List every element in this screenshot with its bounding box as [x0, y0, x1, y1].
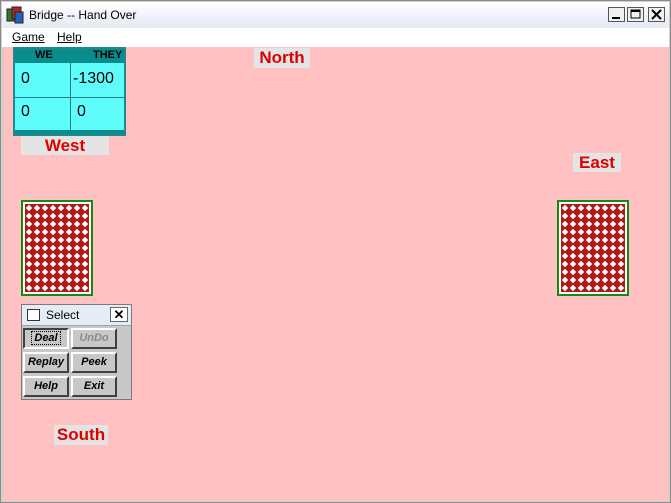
score-footer: [15, 130, 124, 134]
select-palette-titlebar[interactable]: Select ✕: [22, 305, 131, 326]
menu-game[interactable]: Game: [12, 30, 45, 44]
close-icon: ✕: [113, 307, 125, 322]
help-button-label: Help: [34, 380, 58, 392]
card-table: WE THEY 0 -1300 0 0 North West East Sout…: [4, 47, 668, 501]
card-back-pattern: [561, 204, 625, 292]
undo-button-label: UnDo: [79, 332, 109, 344]
score-cell-we-1: 0: [21, 70, 30, 87]
score-board: WE THEY 0 -1300 0 0: [13, 47, 126, 136]
deal-button-label: Deal: [31, 331, 61, 345]
menu-bar: Game Help: [2, 28, 669, 47]
menu-game-label: Game: [12, 30, 45, 44]
menu-help[interactable]: Help: [57, 30, 82, 44]
score-header-they: THEY: [93, 49, 123, 61]
palette-window-icon: [27, 309, 40, 321]
peek-button[interactable]: Peek: [71, 352, 117, 373]
window-title: Bridge -- Hand Over: [29, 8, 137, 22]
select-palette-title: Select: [46, 308, 80, 322]
seat-south: South: [54, 425, 108, 445]
score-cell-we-2: 0: [21, 103, 30, 120]
main-window: Bridge -- Hand Over Game Help WE THEY 0 …: [0, 0, 671, 503]
deal-button[interactable]: Deal: [23, 328, 69, 349]
peek-button-label: Peek: [81, 356, 107, 368]
maximize-icon: [630, 9, 641, 19]
exit-button-label: Exit: [83, 380, 105, 392]
bridge-app-icon: [6, 6, 24, 24]
score-header: WE THEY: [15, 49, 124, 63]
seat-north: North: [254, 48, 310, 68]
palette-close-button[interactable]: ✕: [110, 307, 128, 322]
exit-button[interactable]: Exit: [71, 376, 117, 397]
help-button[interactable]: Help: [23, 376, 69, 397]
maximize-button[interactable]: [627, 7, 644, 22]
seat-east: East: [573, 153, 621, 172]
seat-west: West: [21, 136, 109, 155]
title-bar[interactable]: Bridge -- Hand Over: [2, 2, 669, 29]
score-cell-they-2: 0: [77, 103, 86, 120]
card-back-pattern: [25, 204, 89, 292]
replay-button[interactable]: Replay: [23, 352, 69, 373]
close-icon: [651, 9, 662, 20]
east-card-back[interactable]: [557, 200, 629, 296]
score-divider-horizontal: [15, 97, 124, 98]
menu-help-label: Help: [57, 30, 82, 44]
minimize-button[interactable]: [608, 7, 625, 22]
replay-button-label: Replay: [27, 356, 65, 368]
west-card-back[interactable]: [21, 200, 93, 296]
select-palette: Select ✕ Deal UnDo Replay Peek Help Exit: [21, 304, 132, 400]
minimize-icon: [612, 17, 620, 19]
score-header-we: WE: [35, 49, 53, 61]
undo-button[interactable]: UnDo: [71, 328, 117, 349]
score-cell-they-1: -1300: [73, 70, 114, 87]
close-button[interactable]: [648, 7, 665, 22]
